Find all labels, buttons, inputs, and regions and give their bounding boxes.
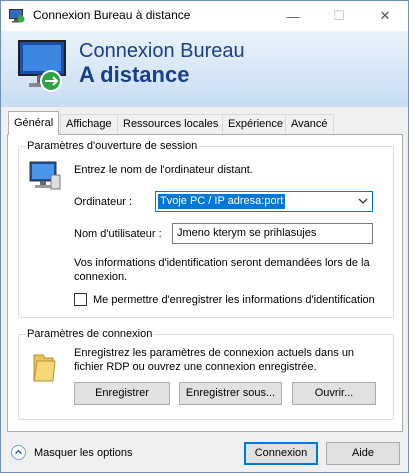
banner-title-line1: Connexion Bureau — [79, 40, 245, 62]
logon-settings-group: Paramètres d'ouverture de session Entrez… — [18, 139, 394, 318]
open-button[interactable]: Ouvrir... — [292, 382, 376, 405]
close-button[interactable]: ✕ — [362, 1, 408, 31]
save-credentials-checkbox[interactable] — [74, 293, 87, 306]
connect-button[interactable]: Connexion — [244, 442, 318, 465]
save-credentials-label[interactable]: Me permettre d'enregistrer les informati… — [93, 293, 375, 307]
credentials-info: Vos informations d'identification seront… — [74, 257, 370, 283]
save-button[interactable]: Enregistrer — [74, 382, 170, 405]
tab-general[interactable]: Général — [8, 111, 60, 135]
save-as-button[interactable]: Enregistrer sous... — [179, 382, 282, 405]
hide-options-toggle[interactable]: Masquer les options — [34, 447, 132, 459]
computer-label: Ordinateur : — [74, 196, 133, 208]
username-field[interactable]: Jmeno kterym se prihlasujes — [172, 223, 373, 244]
connection-description: Enregistrez les paramètres de connexion … — [74, 347, 355, 373]
chevron-up-icon[interactable] — [11, 445, 26, 460]
computer-instruction: Entrez le nom de l'ordinateur distant. — [74, 164, 253, 176]
tab-ressources-locales[interactable]: Ressources locales — [117, 114, 225, 134]
window-title: Connexion Bureau à distance — [33, 8, 191, 22]
computer-icon — [29, 161, 61, 190]
remote-desktop-app-icon — [9, 9, 25, 23]
folder-icon — [33, 354, 56, 382]
tab-experience[interactable]: Expérience — [222, 114, 290, 134]
computer-value[interactable]: Tvoje PC / IP adresa:port — [158, 194, 286, 209]
minimize-button[interactable]: — — [270, 1, 316, 31]
username-label: Nom d'utilisateur : — [74, 228, 162, 240]
header-banner: Connexion Bureau A distance — [1, 31, 408, 107]
tab-avance[interactable]: Avancé — [285, 114, 334, 134]
title-bar[interactable]: Connexion Bureau à distance — ☐ ✕ — [1, 1, 408, 31]
banner-title-line2: A distance — [79, 62, 190, 87]
computer-combobox[interactable]: Tvoje PC / IP adresa:port — [155, 191, 373, 212]
tab-affichage[interactable]: Affichage — [60, 114, 118, 134]
help-button[interactable]: Aide — [326, 442, 400, 465]
tab-panel-general: Paramètres d'ouverture de session Entrez… — [7, 134, 403, 432]
connection-settings-title: Paramètres de connexion — [25, 327, 155, 341]
connection-settings-group: Paramètres de connexion Enregistrez les … — [18, 327, 394, 420]
logon-settings-title: Paramètres d'ouverture de session — [25, 139, 200, 153]
remote-desktop-monitor-icon — [18, 40, 66, 92]
maximize-button[interactable]: ☐ — [316, 1, 362, 31]
chevron-down-icon[interactable] — [357, 196, 369, 206]
rdp-window: Connexion Bureau à distance — ☐ ✕ Connex… — [0, 0, 409, 473]
